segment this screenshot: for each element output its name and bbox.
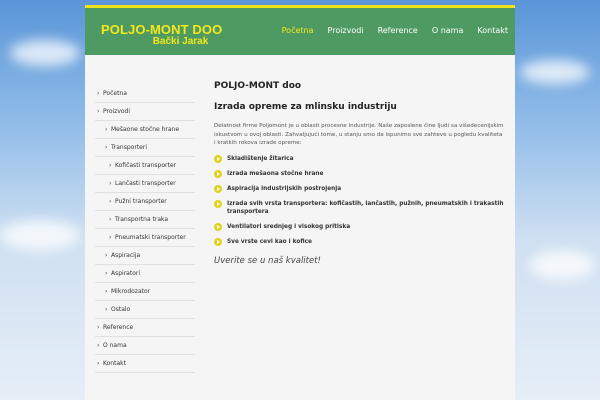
arrow-bullet-icon: [214, 222, 222, 231]
list-item-text: Skladištenje žitarica: [227, 155, 294, 162]
company-title: POLJO-MONT doo: [214, 81, 302, 91]
sidebar-item-label: Pneumatski transporter: [115, 234, 186, 241]
main-content: POLJO-MONT doo Izrada opreme za mlinsku …: [214, 81, 504, 266]
sidebar-item-reference[interactable]: › Reference: [95, 319, 195, 337]
sidebar-item-label: Početna: [103, 90, 127, 97]
chevron-right-icon: ›: [109, 216, 112, 223]
sidebar-item-aspiracija[interactable]: › Aspiracija: [95, 247, 195, 265]
chevron-right-icon: ›: [97, 324, 100, 331]
sidebar-item-label: Kontakt: [103, 360, 126, 367]
tagline: Uverite se u naš kvalitet!: [214, 255, 321, 266]
page-headline: Izrada opreme za mlinsku industriju: [214, 102, 397, 112]
sidebar-item-label: O nama: [103, 342, 127, 349]
arrow-bullet-icon: [214, 199, 222, 208]
sidebar-item-pneumatski[interactable]: › Pneumatski transporter: [95, 229, 195, 247]
background-cloud: [520, 60, 590, 84]
topnav-pocetna[interactable]: Početna: [275, 26, 321, 35]
chevron-right-icon: ›: [97, 108, 100, 115]
sidebar-item-label: Proizvodi: [103, 108, 131, 115]
sidebar-item-koficasti[interactable]: › Kofičasti transporter: [95, 157, 195, 175]
sidebar-item-lancasti[interactable]: › Lančasti transporter: [95, 175, 195, 193]
sidebar-item-label: Mikrodozator: [111, 288, 151, 295]
arrow-bullet-icon: [214, 169, 222, 178]
site-header: POLJO-MONT DOO Bački Jarak Početna Proiz…: [85, 5, 515, 55]
list-item: Izrada mešaona stočne hrane: [214, 169, 504, 178]
sidebar-item-pocetna[interactable]: › Početna: [95, 85, 195, 103]
sidebar-item-label: Reference: [103, 324, 134, 331]
sidebar-menu: › Početna › Proizvodi › Mešaone stočne hran…: [95, 85, 195, 373]
list-item-text: Izrada mešaona stočne hrane: [227, 170, 324, 177]
list-item-text: Ventilatori srednjeg i visokog pritiska: [227, 223, 351, 230]
topnav-reference[interactable]: Reference: [371, 26, 425, 35]
arrow-bullet-icon: [214, 237, 222, 246]
chevron-right-icon: ›: [97, 360, 100, 367]
chevron-right-icon: ›: [109, 162, 112, 169]
sidebar-item-label: Mešaone stočne hrane: [111, 126, 180, 133]
page-container: POLJO-MONT DOO Bački Jarak Početna Proiz…: [85, 5, 515, 400]
sidebar-item-label: Aspiratori: [111, 270, 141, 277]
chevron-right-icon: ›: [109, 234, 112, 241]
topnav-proizvodi[interactable]: Proizvodi: [321, 26, 371, 35]
sidebar-item-transporteri[interactable]: › Transporteri: [95, 139, 195, 157]
logo-line-1: POLJO-MONT DOO: [101, 22, 223, 37]
sidebar-item-mesaone[interactable]: › Mešaone stočne hrane: [95, 121, 195, 139]
sidebar-item-label: Transportna traka: [115, 216, 169, 223]
chevron-right-icon: ›: [105, 126, 108, 133]
chevron-right-icon: ›: [105, 288, 108, 295]
logo-line-2: Bački Jarak: [152, 36, 209, 47]
sidebar-item-label: Aspiracija: [111, 252, 141, 259]
chevron-right-icon: ›: [109, 198, 112, 205]
intro-paragraph: Delatnost firme Poljomont je u oblasti p…: [214, 123, 504, 147]
site-logo[interactable]: POLJO-MONT DOO Bački Jarak: [101, 23, 222, 47]
list-item: Skladištenje žitarica: [214, 154, 504, 163]
topnav-o-nama[interactable]: O nama: [425, 26, 471, 35]
services-list: Skladištenje žitarica Izrada mešaona sto…: [214, 154, 504, 246]
topnav-kontakt[interactable]: Kontakt: [470, 26, 515, 35]
background-cloud: [10, 40, 80, 66]
background-cloud: [530, 250, 595, 280]
list-item: Ventilatori srednjeg i visokog pritiska: [214, 222, 504, 231]
background-cloud: [0, 220, 80, 250]
sidebar-item-label: Pužni transporter: [115, 198, 167, 205]
sidebar-item-puzni[interactable]: › Pužni transporter: [95, 193, 195, 211]
list-item: Izrada svih vrsta transportera: kofičast…: [214, 199, 504, 216]
chevron-right-icon: ›: [109, 180, 112, 187]
list-item: Sve vrste cevi kao i kofice: [214, 237, 504, 246]
sidebar-item-o-nama[interactable]: › O nama: [95, 337, 195, 355]
sidebar-item-kontakt[interactable]: › Kontakt: [95, 355, 195, 373]
chevron-right-icon: ›: [105, 306, 108, 313]
sidebar-item-label: Ostalo: [111, 306, 131, 313]
sidebar-item-aspiratori[interactable]: › Aspiratori: [95, 265, 195, 283]
arrow-bullet-icon: [214, 154, 222, 163]
sidebar-item-ostalo[interactable]: › Ostalo: [95, 301, 195, 319]
list-item: Aspiracija industrijskih postrojenja: [214, 184, 504, 193]
chevron-right-icon: ›: [105, 144, 108, 151]
chevron-right-icon: ›: [97, 342, 100, 349]
sidebar-item-label: Transporteri: [111, 144, 147, 151]
sidebar-item-label: Kofičasti transporter: [115, 162, 176, 169]
list-item-text: Sve vrste cevi kao i kofice: [227, 238, 312, 245]
list-item-text: Aspiracija industrijskih postrojenja: [227, 185, 342, 192]
sidebar-item-proizvodi[interactable]: › Proizvodi: [95, 103, 195, 121]
top-navigation: Početna Proizvodi Reference O nama Konta…: [275, 26, 515, 35]
sidebar-item-mikrodozator[interactable]: › Mikrodozator: [95, 283, 195, 301]
arrow-bullet-icon: [214, 184, 222, 193]
sidebar-item-label: Lančasti transporter: [115, 180, 176, 187]
chevron-right-icon: ›: [97, 90, 100, 97]
chevron-right-icon: ›: [105, 252, 108, 259]
list-item-text: Izrada svih vrsta transportera: kofičast…: [227, 200, 504, 215]
chevron-right-icon: ›: [105, 270, 108, 277]
sidebar-item-transportna-traka[interactable]: › Transportna traka: [95, 211, 195, 229]
